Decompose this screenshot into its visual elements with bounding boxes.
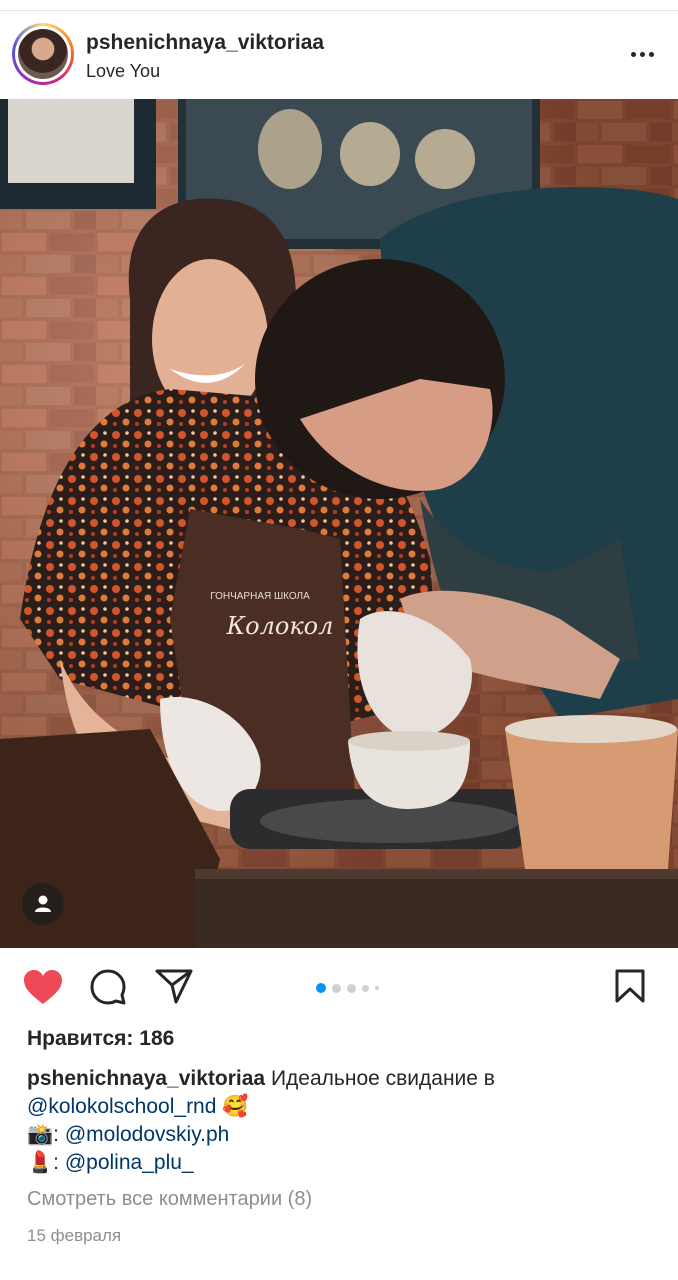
caption-colon: : — [53, 1123, 59, 1146]
post-location[interactable]: Love You — [86, 61, 160, 82]
post-caption: pshenichnaya_viktoriaa Идеальное свидани… — [27, 1065, 657, 1177]
heart-icon[interactable] — [22, 968, 64, 1011]
avatar[interactable] — [12, 23, 74, 85]
carousel-dot-active — [316, 983, 326, 993]
post-photo[interactable]: ГОНЧАРНАЯ ШКОЛА Колокол — [0, 99, 678, 948]
likes-count[interactable]: Нравится: 186 — [27, 1027, 174, 1051]
view-all-comments-link[interactable]: Смотреть все комментарии (8) — [27, 1188, 312, 1211]
share-icon[interactable] — [155, 968, 193, 1009]
caption-emoji: 🥰 — [222, 1095, 249, 1118]
carousel-dot — [332, 983, 341, 993]
caption-mention[interactable]: @kolokolschool_rnd — [27, 1095, 216, 1118]
post-header: pshenichnaya_viktoriaa Love You — [0, 11, 678, 99]
caption-mention[interactable]: @molodovskiy.ph — [65, 1123, 230, 1146]
post-date: 15 февраля — [27, 1226, 122, 1245]
lipstick-emoji: 💄 — [27, 1151, 54, 1174]
camera-emoji: 📸 — [27, 1123, 54, 1146]
apron-logo-text: Колокол — [226, 612, 334, 640]
more-options-icon[interactable] — [622, 41, 662, 67]
caption-text: Идеальное свидание в — [270, 1067, 495, 1090]
apron-school-text: ГОНЧАРНАЯ ШКОЛА — [210, 591, 310, 602]
carousel-indicator — [316, 983, 379, 993]
carousel-dot — [362, 984, 369, 992]
caption-mention[interactable]: @polina_plu_ — [65, 1151, 194, 1174]
comment-icon[interactable] — [89, 968, 127, 1011]
caption-username[interactable]: pshenichnaya_viktoriaa — [27, 1067, 265, 1090]
carousel-dot — [347, 983, 356, 993]
post-username[interactable]: pshenichnaya_viktoriaa — [86, 31, 324, 55]
carousel-dot — [375, 986, 379, 990]
caption-colon: : — [53, 1151, 59, 1174]
user-tag-icon[interactable] — [22, 883, 64, 925]
bookmark-icon[interactable] — [614, 968, 646, 1009]
avatar-image — [18, 29, 68, 79]
